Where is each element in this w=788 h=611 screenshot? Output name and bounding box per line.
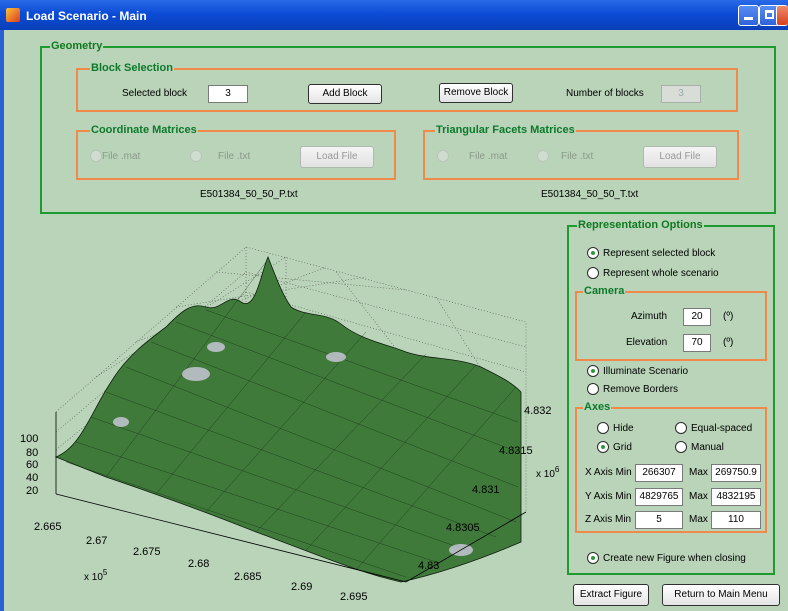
axes-hide-label[interactable]: Hide [613, 423, 634, 434]
coordinate-matrices-panel: Coordinate Matrices File .mat File .txt … [76, 124, 396, 180]
matlab-icon [6, 8, 20, 22]
represent-selected-radio[interactable] [587, 247, 599, 259]
file-txt-radio[interactable] [190, 150, 202, 162]
azimuth-input[interactable]: 20 [683, 308, 711, 326]
x-tick: 2.675 [133, 546, 161, 558]
selected-block-input[interactable]: 3 [208, 85, 248, 103]
y-tick: 4.8315 [499, 445, 533, 457]
geometry-panel: Geometry Block Selection Selected block … [40, 40, 776, 214]
axes-equal-spaced-radio[interactable] [675, 422, 687, 434]
window-title: Load Scenario - Main [26, 9, 147, 23]
elevation-unit: (º) [723, 337, 734, 348]
z-axis-max-input[interactable]: 110 [711, 511, 761, 529]
x-axis-min-label: X Axis Min [585, 467, 632, 478]
axes-manual-radio[interactable] [675, 441, 687, 453]
maximize-icon [765, 10, 774, 19]
facets-filename: E501384_50_50_T.txt [541, 189, 639, 200]
x-tick: 2.67 [86, 535, 107, 547]
x-tick: 2.665 [34, 521, 62, 533]
azimuth-unit: (º) [723, 311, 734, 322]
illuminate-label[interactable]: Illuminate Scenario [603, 366, 688, 377]
axes-manual-label[interactable]: Manual [691, 442, 724, 453]
axes-equal-spaced-label[interactable]: Equal-spaced [691, 423, 752, 434]
y-axis-min-input[interactable]: 4829765 [635, 488, 683, 506]
x-axis-max-label: Max [689, 467, 708, 478]
z-axis-max-label: Max [689, 514, 708, 525]
camera-title: Camera [583, 285, 626, 298]
geometry-title: Geometry [50, 40, 104, 53]
y-axis-max-input[interactable]: 4832195 [711, 488, 761, 506]
x-axis-max-input[interactable]: 269750.9 [711, 464, 761, 482]
number-of-blocks-label: Number of blocks [566, 88, 644, 99]
facets-file-mat-label: File .mat [469, 151, 508, 162]
selected-block-label: Selected block [122, 88, 188, 99]
x-tick: 2.685 [234, 571, 262, 583]
represent-whole-label[interactable]: Represent whole scenario [603, 268, 719, 279]
illuminate-radio[interactable] [587, 365, 599, 377]
x-tick: 2.69 [291, 581, 312, 593]
axes-title: Axes [583, 401, 612, 414]
representation-options-panel: Representation Options Represent selecte… [567, 219, 775, 575]
extract-figure-button[interactable]: Extract Figure [573, 584, 649, 606]
y-tick: 4.832 [524, 405, 552, 417]
y-tick: 4.8305 [446, 522, 480, 534]
elevation-label: Elevation [626, 337, 668, 348]
y-tick: 4.83 [418, 560, 439, 572]
coordinate-filename: E501384_50_50_P.txt [200, 189, 298, 200]
window-titlebar[interactable]: Load Scenario - Main [0, 0, 788, 30]
represent-whole-radio[interactable] [587, 267, 599, 279]
y-tick: 4.831 [472, 484, 500, 496]
representation-options-title: Representation Options [577, 219, 704, 232]
remove-block-button[interactable]: Remove Block [439, 83, 513, 103]
facets-file-mat-radio[interactable] [437, 150, 449, 162]
close-button[interactable] [776, 5, 788, 26]
create-new-figure-label[interactable]: Create new Figure when closing [603, 553, 746, 564]
x-tick: 2.695 [340, 591, 368, 603]
return-main-menu-button[interactable]: Return to Main Menu [662, 584, 780, 606]
z-tick: 80 [26, 447, 38, 459]
z-tick: 100 [20, 433, 38, 445]
facets-load-file-button[interactable]: Load File [643, 146, 717, 168]
x-exponent: x 105 [84, 568, 108, 583]
file-txt-label: File .txt [218, 151, 251, 162]
add-block-button[interactable]: Add Block [308, 84, 382, 104]
remove-borders-label[interactable]: Remove Borders [603, 384, 678, 395]
remove-borders-radio[interactable] [587, 383, 599, 395]
y-axis-max-label: Max [689, 491, 708, 502]
coordinate-matrices-title: Coordinate Matrices [90, 124, 198, 137]
window-frame [0, 30, 4, 611]
coordinate-load-file-button[interactable]: Load File [300, 146, 374, 168]
represent-selected-label[interactable]: Represent selected block [603, 248, 715, 259]
camera-panel: Camera Azimuth 20 (º) Elevation 70 (º) [575, 285, 767, 361]
y-exponent: x 106 [536, 465, 560, 480]
axes-panel: Axes Hide Equal-spaced Grid Manual X Axi… [575, 401, 767, 533]
axes-hide-radio[interactable] [597, 422, 609, 434]
minimize-icon [744, 17, 753, 20]
block-selection-title: Block Selection [90, 62, 174, 75]
facets-file-txt-label: File .txt [561, 151, 594, 162]
axes-grid-label[interactable]: Grid [613, 442, 632, 453]
elevation-input[interactable]: 70 [683, 334, 711, 352]
surface-plot[interactable]: 100 80 60 40 20 2.665 2.67 2.675 2.68 2.… [6, 232, 566, 607]
facets-file-txt-radio[interactable] [537, 150, 549, 162]
file-mat-label: File .mat [102, 151, 141, 162]
z-tick: 40 [26, 472, 38, 484]
y-axis-min-label: Y Axis Min [585, 491, 632, 502]
triangular-facets-title: Triangular Facets Matrices [435, 124, 576, 137]
x-tick: 2.68 [188, 558, 209, 570]
axes-grid-radio[interactable] [597, 441, 609, 453]
minimize-button[interactable] [738, 5, 759, 26]
triangular-facets-panel: Triangular Facets Matrices File .mat Fil… [423, 124, 739, 180]
create-new-figure-radio[interactable] [587, 552, 599, 564]
z-axis-min-input[interactable]: 5 [635, 511, 683, 529]
block-selection-panel: Block Selection Selected block 3 Add Blo… [76, 62, 738, 112]
azimuth-label: Azimuth [631, 311, 668, 322]
number-of-blocks-field: 3 [661, 85, 701, 103]
z-tick: 20 [26, 485, 38, 497]
z-axis-min-label: Z Axis Min [585, 514, 632, 525]
file-mat-radio[interactable] [90, 150, 102, 162]
x-axis-min-input[interactable]: 266307 [635, 464, 683, 482]
z-tick: 60 [26, 459, 38, 471]
